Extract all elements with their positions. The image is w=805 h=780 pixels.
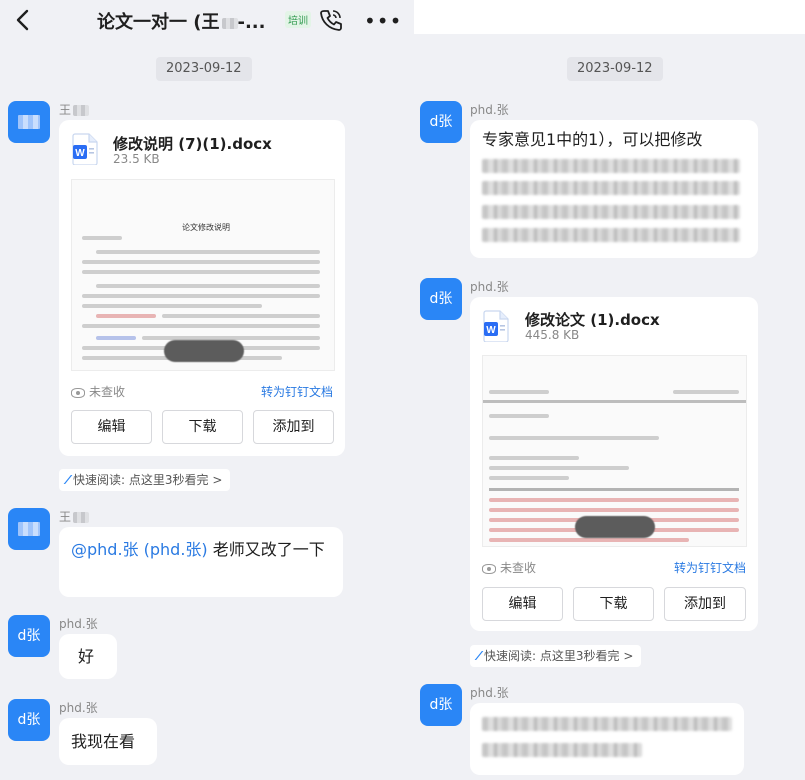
svg-text:W: W [75, 148, 85, 159]
add-to-button[interactable]: 添加到 [253, 410, 334, 444]
convert-to-dingtalk-doc-link[interactable]: 转为钉钉文档 [674, 559, 746, 576]
redacted-text [482, 159, 740, 173]
file-preview[interactable] [482, 355, 747, 547]
redacted-text [482, 228, 740, 242]
message-bubble[interactable]: 专家意见1中的1），可以把修改 [470, 120, 758, 258]
file-size: 445.8 KB [525, 328, 580, 342]
avatar[interactable]: d张 [420, 684, 462, 726]
file-size: 23.5 KB [113, 152, 160, 166]
sender-name: phd.张 [470, 103, 509, 117]
message-text: 好 [78, 647, 95, 666]
download-button[interactable]: 下载 [162, 410, 243, 444]
edit-button[interactable]: 编辑 [71, 410, 152, 444]
word-file-icon: W [72, 133, 98, 165]
download-button[interactable]: 下载 [573, 587, 654, 621]
message-text: @phd.张 (phd.张) 老师又改了一下 [71, 540, 325, 559]
redacted-text [482, 181, 740, 195]
avatar[interactable] [8, 508, 50, 550]
mention-link[interactable]: @phd.张 (phd.张) [71, 540, 208, 559]
message-bubble[interactable] [470, 703, 744, 775]
preview-open-pill[interactable] [164, 340, 244, 362]
date-divider: 2023-09-12 [567, 57, 663, 81]
sender-name: phd.张 [470, 280, 509, 294]
add-to-button[interactable]: 添加到 [664, 587, 746, 621]
chat-pane-right: 2023-09-12 d张 phd.张 专家意见1中的1），可以把修改 d张 p… [414, 0, 805, 780]
quick-read-button[interactable]: ⁄ 快速阅读: 点这里3秒看完 > [470, 645, 642, 667]
avatar[interactable]: d张 [8, 615, 50, 657]
eye-icon [71, 387, 85, 398]
top-strip [414, 0, 805, 34]
file-card[interactable]: W 修改说明 (7)(1).docx 23.5 KB 论文修改说明 未查收 转为… [59, 120, 345, 456]
redacted-name [221, 17, 238, 29]
date-divider: 2023-09-12 [156, 57, 252, 81]
chat-title-text: 论文一对一 (王 [97, 12, 220, 33]
more-icon[interactable]: ••• [364, 9, 402, 33]
sender-name: 王 [59, 101, 90, 118]
training-tag: 培训 [285, 11, 311, 28]
read-status: 未查收 [71, 383, 125, 400]
redacted-text [482, 717, 732, 731]
redacted-avatar [18, 115, 40, 129]
word-file-icon: W [483, 310, 509, 342]
file-card[interactable]: W 修改论文 (1).docx 445.8 KB 未查收 转为钉钉文档 编辑 下… [470, 297, 758, 631]
message-bubble[interactable]: 我现在看 [59, 718, 157, 765]
redacted-name [73, 105, 90, 116]
file-preview[interactable]: 论文修改说明 [71, 179, 335, 371]
redacted-name [73, 512, 90, 523]
svg-text:W: W [486, 325, 496, 336]
avatar[interactable]: d张 [8, 699, 50, 741]
chat-title[interactable]: 论文一对一 (王 -... [97, 8, 265, 34]
message-bubble[interactable]: 好 [59, 634, 117, 679]
quick-read-button[interactable]: ⁄ 快速阅读: 点这里3秒看完 > [59, 469, 231, 491]
file-name: 修改说明 (7)(1).docx [113, 135, 272, 153]
magic-wand-icon: ⁄ [478, 649, 481, 663]
back-arrow-icon[interactable] [12, 8, 34, 32]
sender-name: phd.张 [59, 617, 98, 631]
chat-title-suffix: -... [237, 12, 266, 33]
magic-wand-icon: ⁄ [67, 473, 70, 487]
phone-call-icon[interactable] [318, 7, 344, 33]
redacted-text [482, 205, 740, 219]
message-text: 我现在看 [71, 732, 136, 751]
redacted-text [482, 743, 642, 757]
file-name: 修改论文 (1).docx [525, 311, 660, 329]
sender-name: phd.张 [59, 701, 98, 715]
chat-header: 论文一对一 (王 -... 培训 ••• [0, 0, 414, 40]
read-status: 未查收 [482, 559, 536, 576]
message-text: 专家意见1中的1），可以把修改 [482, 130, 703, 149]
message-bubble[interactable]: @phd.张 (phd.张) 老师又改了一下 [59, 527, 343, 597]
eye-icon [482, 563, 496, 574]
preview-open-pill[interactable] [575, 516, 655, 538]
avatar[interactable]: d张 [420, 101, 462, 143]
convert-to-dingtalk-doc-link[interactable]: 转为钉钉文档 [261, 383, 333, 400]
preview-title: 论文修改说明 [182, 223, 230, 232]
sender-name: 王 [59, 508, 90, 525]
edit-button[interactable]: 编辑 [482, 587, 563, 621]
chat-pane-left: 论文一对一 (王 -... 培训 ••• 2023-09-12 王 W 修改说明 … [0, 0, 414, 780]
avatar[interactable] [8, 101, 50, 143]
avatar[interactable]: d张 [420, 278, 462, 320]
sender-name: phd.张 [470, 686, 509, 700]
redacted-avatar [18, 522, 40, 536]
